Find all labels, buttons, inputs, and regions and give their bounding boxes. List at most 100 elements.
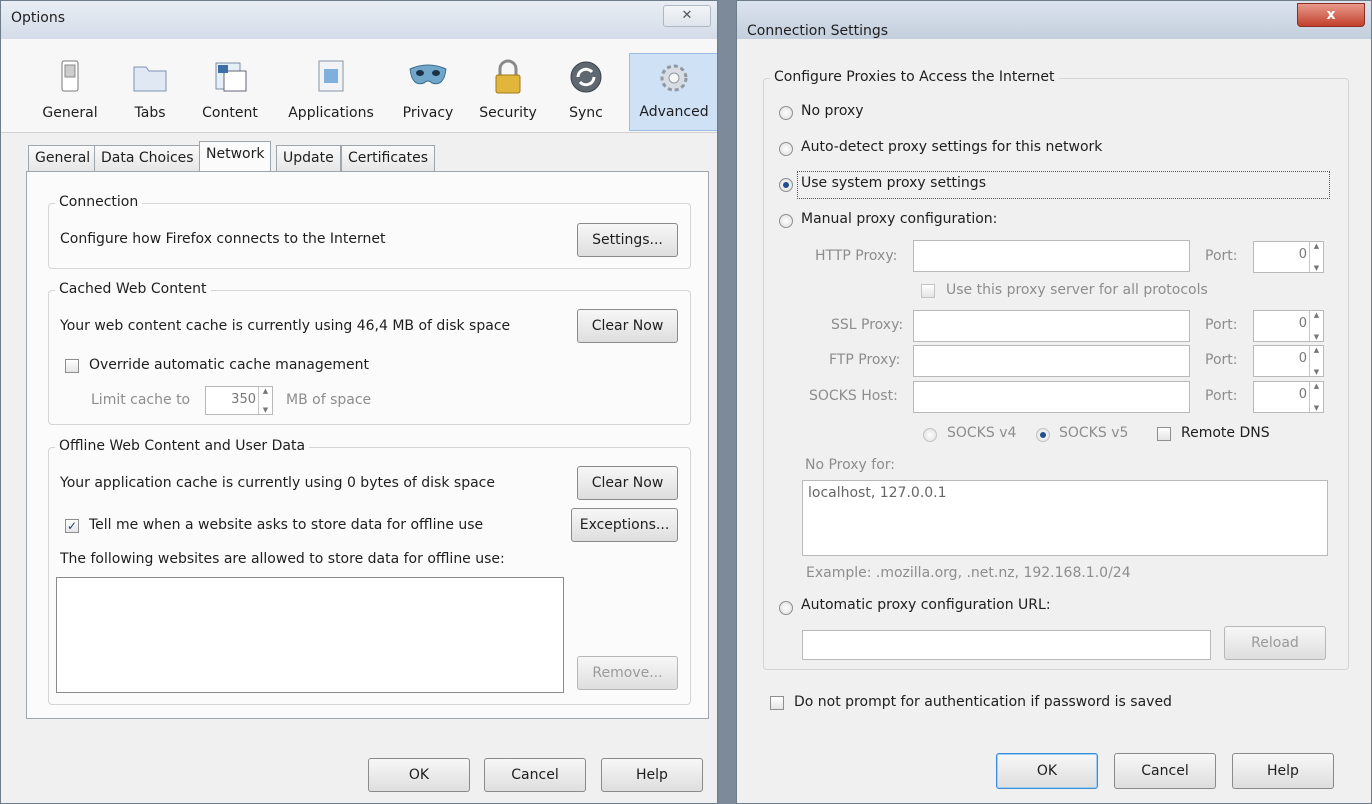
cache-limit-spinner[interactable]: 350 ▲ ▼	[205, 386, 273, 415]
ftp-port-label: Port:	[1205, 352, 1238, 368]
arrow-up-icon: ▲	[1313, 382, 1320, 390]
tab-network[interactable]: Network	[199, 141, 272, 172]
security-lock-icon	[495, 59, 521, 94]
override-cache-checkbox[interactable]	[65, 359, 79, 373]
connection-help-button[interactable]: Help	[1232, 753, 1334, 789]
ssl-port-value: 0	[1298, 316, 1307, 331]
remote-dns-label[interactable]: Remote DNS	[1181, 425, 1270, 441]
category-sync[interactable]: Sync	[542, 53, 630, 131]
spinner-arrows[interactable]: ▲ ▼	[1309, 346, 1323, 376]
ftp-proxy-input[interactable]	[913, 345, 1190, 377]
auto-url-input[interactable]	[802, 630, 1211, 660]
no-proxy-for-textarea[interactable]: localhost, 127.0.0.1	[802, 480, 1328, 556]
use-all-protocols-label[interactable]: Use this proxy server for all protocols	[946, 282, 1208, 298]
category-tabs[interactable]: Tabs	[106, 53, 194, 131]
category-label: General	[42, 105, 98, 121]
use-system-label[interactable]: Use system proxy settings	[801, 175, 986, 191]
use-all-protocols-checkbox[interactable]	[921, 284, 935, 298]
connection-settings-window: Connection Settings x Configure Proxies …	[736, 0, 1372, 804]
clear-offline-button[interactable]: Clear Now	[577, 466, 678, 500]
spinner-arrows[interactable]: ▲ ▼	[1309, 242, 1323, 272]
manual-proxy-radio[interactable]	[779, 214, 793, 228]
ftp-port-spinner[interactable]: 0 ▲ ▼	[1253, 345, 1324, 377]
auto-url-radio[interactable]	[779, 601, 793, 615]
socks-v5-label[interactable]: SOCKS v5	[1059, 425, 1128, 441]
connection-group-label: Connection	[55, 194, 143, 210]
settings-button[interactable]: Settings...	[577, 223, 678, 257]
options-help-button[interactable]: Help	[601, 758, 703, 792]
ssl-port-spinner[interactable]: 0 ▲ ▼	[1253, 310, 1324, 342]
sync-icon	[570, 61, 602, 93]
connection-ok-button[interactable]: OK	[996, 753, 1098, 789]
spinner-arrows[interactable]: ▲ ▼	[1309, 382, 1323, 412]
tab-data-choices[interactable]: Data Choices	[94, 145, 201, 171]
options-close-button[interactable]: ✕	[663, 5, 711, 27]
reload-button[interactable]: Reload	[1224, 626, 1326, 660]
category-security[interactable]: Security	[464, 53, 552, 131]
no-prompt-label[interactable]: Do not prompt for authentication if pass…	[794, 694, 1172, 710]
options-window: Options ✕ General Tabs Content Applicati…	[0, 0, 718, 804]
tab-label: Data Choices	[101, 150, 194, 166]
tab-update[interactable]: Update	[276, 145, 341, 171]
use-system-radio[interactable]	[779, 178, 793, 192]
connection-cancel-button[interactable]: Cancel	[1114, 753, 1216, 789]
limit-cache-suffix: MB of space	[286, 392, 372, 408]
socks-v4-label[interactable]: SOCKS v4	[947, 425, 1016, 441]
category-advanced[interactable]: Advanced	[629, 53, 717, 131]
clear-cache-button[interactable]: Clear Now	[577, 309, 678, 343]
options-titlebar: Options ✕	[1, 1, 717, 39]
override-cache-label[interactable]: Override automatic cache management	[89, 357, 369, 373]
category-label: Tabs	[134, 105, 166, 121]
connection-close-button[interactable]: x	[1297, 3, 1365, 27]
ftp-port-value: 0	[1298, 351, 1307, 366]
ftp-proxy-label: FTP Proxy:	[829, 352, 901, 368]
arrow-up-icon: ▲	[262, 387, 269, 395]
tab-certificates[interactable]: Certificates	[341, 145, 436, 171]
tab-label: Update	[283, 150, 334, 166]
arrow-up-icon: ▲	[1313, 311, 1320, 319]
allowed-sites-label: The following websites are allowed to st…	[60, 551, 505, 567]
cache-limit-value: 350	[231, 392, 256, 407]
cache-usage-text: Your web content cache is currently usin…	[60, 318, 511, 334]
socks-port-spinner[interactable]: 0 ▲ ▼	[1253, 381, 1324, 413]
socks-v4-radio[interactable]	[923, 428, 937, 442]
category-label: Security	[479, 105, 537, 121]
http-proxy-input[interactable]	[913, 240, 1190, 272]
spinner-arrows[interactable]: ▲ ▼	[258, 387, 272, 414]
cache-group-label: Cached Web Content	[55, 281, 211, 297]
category-privacy[interactable]: Privacy	[384, 53, 472, 131]
manual-proxy-label[interactable]: Manual proxy configuration:	[801, 211, 997, 227]
options-title: Options	[11, 10, 66, 26]
auto-url-label[interactable]: Automatic proxy configuration URL:	[801, 597, 1051, 613]
category-content[interactable]: Content	[186, 53, 274, 131]
tab-general[interactable]: General	[28, 145, 98, 171]
ssl-proxy-input[interactable]	[913, 310, 1190, 342]
remove-button[interactable]: Remove...	[577, 656, 678, 690]
tell-me-checkbox[interactable]: ✓	[65, 519, 79, 533]
http-port-spinner[interactable]: 0 ▲ ▼	[1253, 241, 1324, 273]
no-proxy-for-value: localhost, 127.0.0.1	[808, 485, 947, 501]
socks-host-input[interactable]	[913, 381, 1190, 413]
remote-dns-checkbox[interactable]	[1157, 427, 1171, 441]
arrow-down-icon: ▼	[1313, 404, 1320, 412]
no-proxy-radio[interactable]	[779, 106, 793, 120]
options-cancel-button[interactable]: Cancel	[484, 758, 586, 792]
socks-v5-radio[interactable]	[1036, 428, 1050, 442]
arrow-up-icon: ▲	[1313, 242, 1320, 250]
advanced-gear-icon	[660, 64, 688, 92]
no-prompt-checkbox[interactable]	[770, 696, 784, 710]
arrow-up-icon: ▲	[1313, 346, 1320, 354]
tab-label: Network	[206, 146, 265, 162]
auto-detect-label[interactable]: Auto-detect proxy settings for this netw…	[801, 139, 1102, 155]
tell-me-label[interactable]: Tell me when a website asks to store dat…	[89, 517, 483, 533]
connection-title: Connection Settings	[747, 23, 889, 39]
spinner-arrows[interactable]: ▲ ▼	[1309, 311, 1323, 341]
no-proxy-label[interactable]: No proxy	[801, 103, 864, 119]
auto-detect-radio[interactable]	[779, 142, 793, 156]
exceptions-button[interactable]: Exceptions...	[571, 508, 678, 542]
options-ok-button[interactable]: OK	[368, 758, 470, 792]
category-applications[interactable]: Applications	[281, 53, 381, 131]
ssl-port-label: Port:	[1205, 317, 1238, 333]
category-general[interactable]: General	[26, 53, 114, 131]
allowed-sites-list[interactable]	[56, 577, 564, 693]
